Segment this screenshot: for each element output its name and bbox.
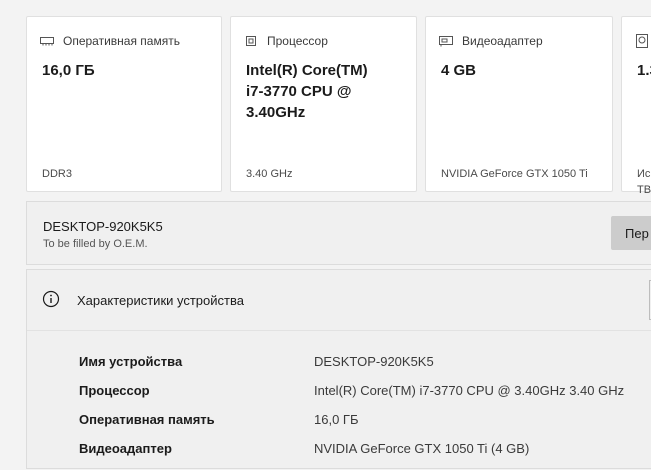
card-gpu-value: 4 GB [441,62,477,79]
cpu-icon [243,33,259,49]
card-gpu-title: Видеоадаптер [462,34,543,48]
card-ram-title: Оперативная память [63,34,180,48]
divider [27,330,651,331]
card-cpu-title: Процессор [267,34,328,48]
spec-label: Оперативная память [79,412,215,427]
spec-value: 16,0 ГБ [314,412,359,427]
card-gpu-header: Видеоадаптер [438,33,543,49]
card-storage-footer-1: Ис [637,168,651,180]
card-cpu: Процессор Intel(R) Core(TM) i7-3770 CPU … [230,16,417,192]
card-storage-footer-2: TB [637,184,651,196]
spec-label: Процессор [79,383,150,398]
specs-title: Характеристики устройства [77,293,244,308]
spec-row-processor: Процессор Intel(R) Core(TM) i7-3770 CPU … [27,383,651,412]
card-ram: Оперативная память 16,0 ГБ DDR3 [26,16,222,192]
card-storage: 1.3 Ис TB [621,16,651,196]
card-ram-header: Оперативная память [39,33,180,49]
display-adapter-icon [438,33,454,49]
device-name: DESKTOP-920K5K5 [43,219,163,234]
card-ram-footer: DDR3 [42,168,72,180]
storage-icon [634,33,650,49]
device-name-section: DESKTOP-920K5K5 To be filled by O.E.M. П… [26,201,651,265]
card-ram-value: 16,0 ГБ [42,62,95,79]
spec-row-ram: Оперативная память 16,0 ГБ [27,412,651,441]
memory-icon [39,33,55,49]
card-cpu-footer: 3.40 GHz [246,168,293,180]
spec-label: Видеоадаптер [79,441,172,456]
card-storage-value: 1.3 [637,62,651,79]
specs-header[interactable]: Характеристики устройства [27,270,651,330]
spec-value: DESKTOP-920K5K5 [314,354,434,369]
card-gpu: Видеоадаптер 4 GB NVIDIA GeForce GTX 105… [425,16,613,192]
device-specifications: Характеристики устройства Имя устройства… [26,269,651,469]
rename-pc-button[interactable]: Пер [611,216,651,250]
spec-value: Intel(R) Core(TM) i7-3770 CPU @ 3.40GHz … [314,383,625,398]
info-icon [42,290,60,308]
device-manufacturer: To be filled by O.E.M. [43,238,148,250]
spec-value: NVIDIA GeForce GTX 1050 Ti (4 GB) [314,441,530,456]
spec-row-device-name: Имя устройства DESKTOP-920K5K5 [27,354,651,383]
spec-label: Имя устройства [79,354,183,369]
card-storage-header [634,33,651,49]
card-gpu-footer: NVIDIA GeForce GTX 1050 Ti [441,168,588,180]
card-cpu-value: Intel(R) Core(TM) i7-3770 CPU @ 3.40GHz [246,62,368,121]
spec-row-gpu: Видеоадаптер NVIDIA GeForce GTX 1050 Ti … [27,441,651,470]
card-cpu-header: Процессор [243,33,328,49]
